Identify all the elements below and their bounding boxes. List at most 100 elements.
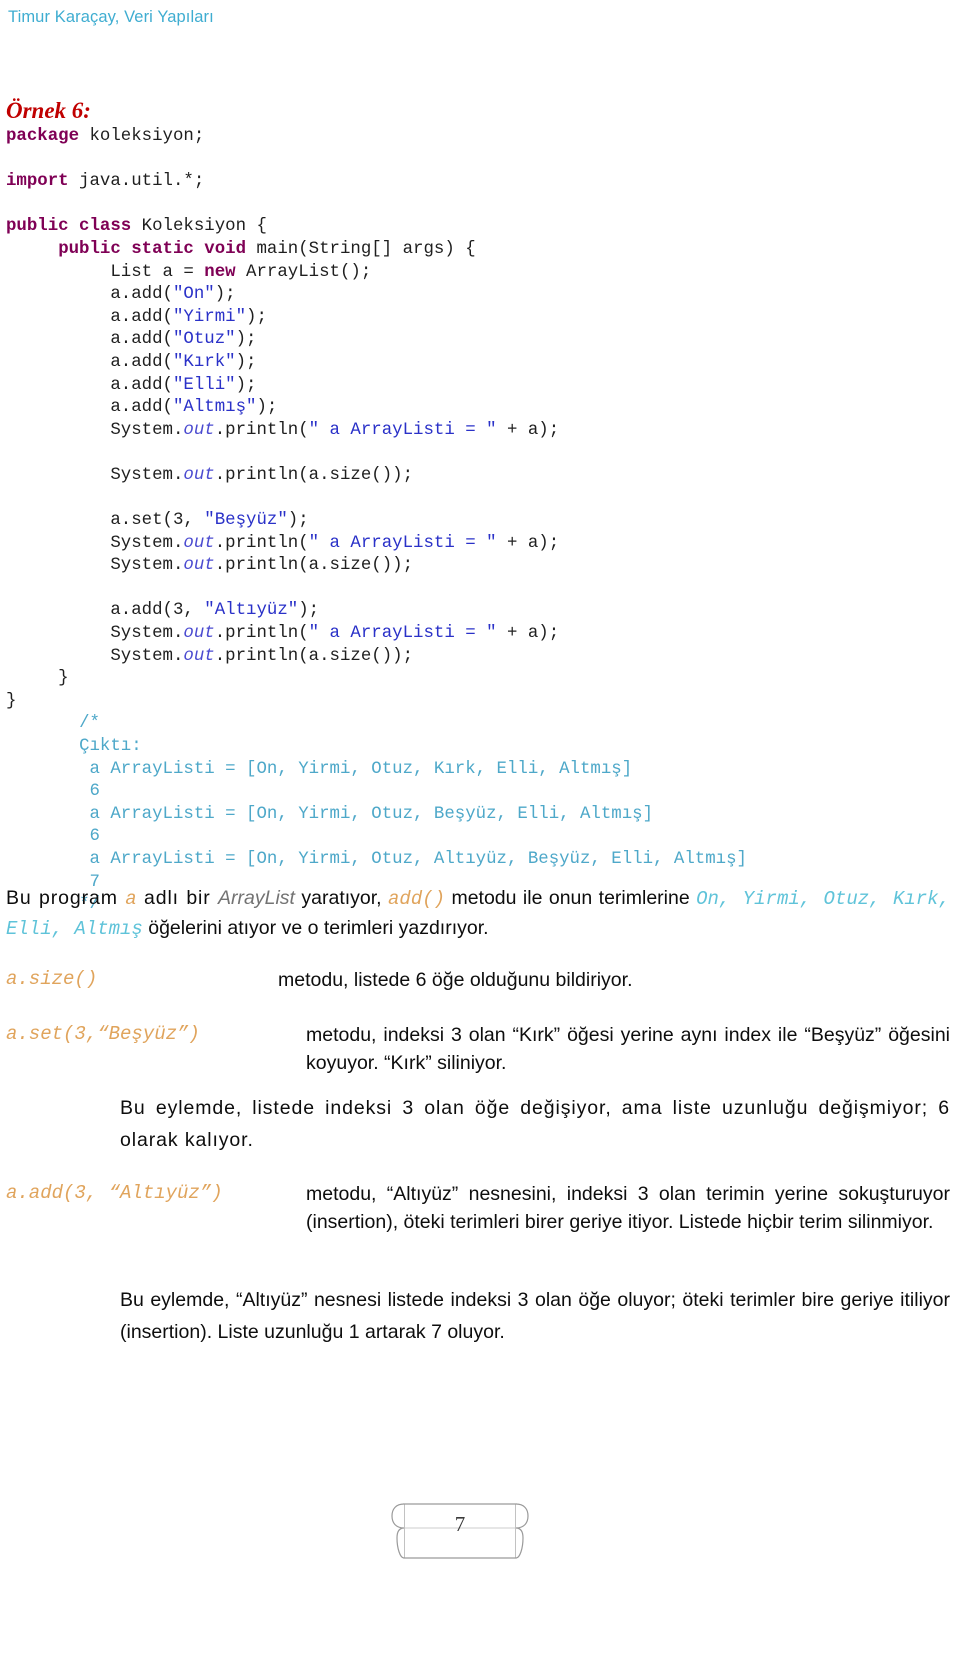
code-line: System.out.println(" a ArrayListi = " + … bbox=[6, 623, 950, 646]
code-token: koleksiyon; bbox=[79, 127, 205, 146]
code-token: Koleksiyon { bbox=[131, 217, 267, 237]
code-token: Çıktı: bbox=[79, 737, 142, 757]
paragraph-add-row: a.add(3, “Altıyüz”) metodu, “Altıyüz” ne… bbox=[6, 1180, 950, 1237]
example-heading: Örnek 6: bbox=[6, 98, 91, 123]
code-line: Çıktı: bbox=[6, 736, 950, 759]
code-token: "Altmış" bbox=[172, 398, 257, 418]
code-line: a.add("Altmış"); bbox=[6, 397, 950, 420]
code-token: ); bbox=[256, 398, 278, 418]
code-listing: package koleksiyon; import java.util.*; … bbox=[6, 126, 950, 917]
intro-s2: adlı bir bbox=[136, 887, 219, 909]
code-line: 6 bbox=[6, 826, 950, 849]
code-token: ); bbox=[235, 375, 257, 395]
code-token: "Beşyüz" bbox=[204, 511, 288, 531]
code-token: System. bbox=[6, 465, 184, 485]
paragraph-intro-text: Bu program a adlı bir ArrayList yaratıyo… bbox=[6, 884, 950, 943]
code-token: .println(a.size()); bbox=[214, 646, 414, 666]
code-line: 6 bbox=[6, 781, 950, 804]
paragraph-set-note: Bu eylemde, listede indeksi 3 olan öğe d… bbox=[120, 1093, 950, 1156]
code-token: a.add( bbox=[6, 330, 173, 350]
code-token: " a ArrayListi = " bbox=[308, 533, 497, 553]
code-token: .println(a.size()); bbox=[214, 465, 414, 485]
code-line: import java.util.*; bbox=[6, 171, 950, 194]
code-token: ); bbox=[287, 511, 309, 531]
paragraph-size: a.size() metodu, listede 6 öğe olduğunu … bbox=[6, 966, 950, 994]
code-token: a.add( bbox=[6, 285, 173, 305]
code-line: System.out.println(a.size()); bbox=[6, 465, 950, 488]
code-token: 6 bbox=[89, 782, 100, 802]
code-token: "Otuz" bbox=[172, 330, 236, 350]
code-line: /* bbox=[6, 713, 950, 736]
code-token: List a = bbox=[6, 262, 205, 282]
code-line: a.add("Elli"); bbox=[6, 375, 950, 398]
code-token: .println( bbox=[214, 420, 309, 440]
code-token: ); bbox=[246, 307, 267, 327]
code-line: a.add("Kırk"); bbox=[6, 352, 950, 375]
document-page: Timur Karaçay, Veri Yapıları Örnek 6: pa… bbox=[0, 0, 960, 1665]
code-token: out bbox=[183, 465, 215, 485]
code-token: System. bbox=[6, 556, 184, 576]
code-token: + a); bbox=[496, 420, 560, 440]
code-token: import bbox=[6, 172, 69, 192]
add-code: a.add(3, “Altıyüz”) bbox=[6, 1182, 223, 1204]
code-line: System.out.println(" a ArrayListi = " + … bbox=[6, 420, 950, 443]
size-code: a.size() bbox=[6, 968, 98, 990]
paragraph-set: a.set(3,“Beşyüz”) metodu, indeksi 3 olan… bbox=[6, 1021, 950, 1078]
code-line: List a = new ArrayList(); bbox=[6, 262, 950, 285]
intro-s3: yaratıyor, bbox=[294, 887, 389, 909]
code-line: public class Koleksiyon { bbox=[6, 216, 950, 239]
paragraph-intro: Bu program a adlı bir ArrayList yaratıyo… bbox=[6, 884, 950, 943]
code-token: System. bbox=[6, 420, 184, 440]
code-token: public static void bbox=[58, 239, 247, 259]
code-token: "Elli" bbox=[172, 375, 236, 395]
code-token: a.add( bbox=[6, 307, 173, 327]
code-token: /* bbox=[79, 714, 100, 734]
code-token: + a); bbox=[496, 624, 560, 644]
intro-s5: öğelerini atıyor ve o terimleri yazdırıy… bbox=[142, 916, 489, 939]
set-text: metodu, indeksi 3 olan “Kırk” öğesi yeri… bbox=[306, 1024, 950, 1075]
code-token: " a ArrayListi = " bbox=[308, 624, 497, 644]
code-token: } bbox=[6, 691, 17, 711]
paragraph-add: a.add(3, “Altıyüz”) metodu, “Altıyüz” ne… bbox=[6, 1180, 950, 1237]
code-line: a.add(3, "Altıyüz"); bbox=[6, 600, 950, 623]
set-note-text: Bu eylemde, listede indeksi 3 olan öğe d… bbox=[120, 1097, 950, 1151]
code-token: System. bbox=[6, 646, 184, 666]
code-line: a.set(3, "Beşyüz"); bbox=[6, 510, 950, 533]
size-text: metodu, listede 6 öğe olduğunu bildiriyo… bbox=[278, 969, 633, 991]
code-token: a.add(3, bbox=[6, 601, 205, 621]
code-line: System.out.println(a.size()); bbox=[6, 646, 950, 669]
code-token: a ArrayListi = [On, Yirmi, Otuz, Kırk, E… bbox=[89, 759, 633, 779]
code-token: a.add( bbox=[6, 398, 173, 418]
code-line: System.out.println(a.size()); bbox=[6, 555, 950, 578]
code-token: ); bbox=[298, 601, 320, 621]
code-line: a ArrayListi = [On, Yirmi, Otuz, Altıyüz… bbox=[6, 849, 950, 872]
code-token: " a ArrayListi = " bbox=[308, 420, 497, 440]
code-token: a.add( bbox=[6, 352, 173, 372]
intro-arraylist: ArrayList bbox=[218, 887, 295, 909]
code-line: a ArrayListi = [On, Yirmi, Otuz, Kırk, E… bbox=[6, 759, 950, 782]
add-text: metodu, “Altıyüz” nesnesini, indeksi 3 o… bbox=[306, 1183, 950, 1234]
code-token: package bbox=[6, 127, 80, 146]
code-token: ); bbox=[235, 330, 257, 350]
code-token: "Yirmi" bbox=[172, 307, 247, 327]
code-line: public static void main(String[] args) { bbox=[6, 239, 950, 262]
code-line: } bbox=[6, 691, 950, 714]
code-token: ArrayList(); bbox=[235, 262, 372, 282]
code-token: System. bbox=[6, 533, 184, 553]
add-note-text: Bu eylemde, “Altıyüz” nesnesi listede in… bbox=[120, 1289, 950, 1343]
code-token: } bbox=[6, 669, 69, 689]
code-token: out bbox=[183, 646, 215, 666]
code-token: new bbox=[204, 262, 236, 282]
code-token: ); bbox=[235, 352, 257, 372]
code-token: "On" bbox=[172, 285, 215, 305]
intro-code-add: add() bbox=[388, 888, 446, 910]
